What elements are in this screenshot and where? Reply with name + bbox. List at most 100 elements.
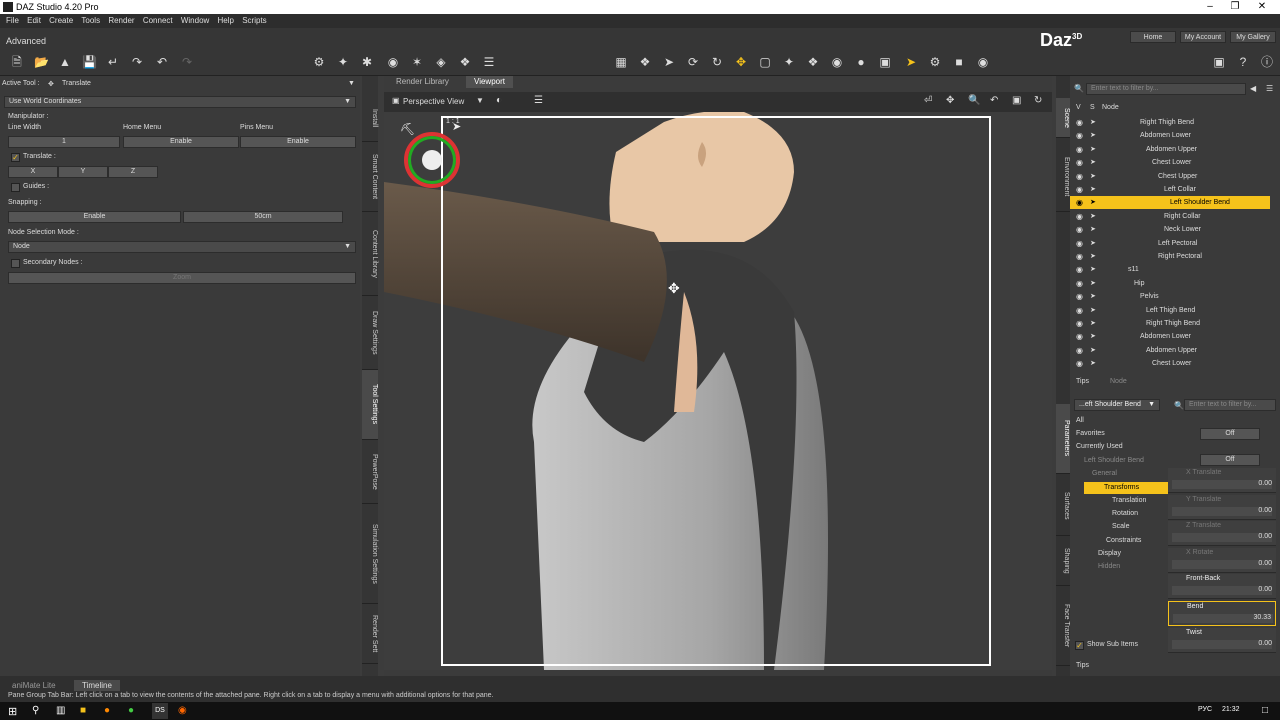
scene-tree-row[interactable]: ◉ ➤ Neck Lower [1070,223,1270,236]
file-explorer-icon[interactable]: ■ [80,705,86,716]
eye-icon[interactable]: ◉ [1076,263,1083,276]
joint-editor-icon[interactable]: ✦ [336,55,350,69]
select-icon[interactable]: ➤ [1090,277,1096,290]
ignore-transform-toggle[interactable]: Off [1200,454,1260,466]
arrow-left-icon[interactable]: ◀ [1250,84,1256,93]
eye-icon[interactable]: ◉ [1076,183,1083,196]
eye-icon[interactable]: ◉ [1076,223,1083,236]
snapping-enable-toggle[interactable]: Enable [8,211,181,223]
scene-tree-row[interactable]: ◉ ➤ Abdomen Upper [1070,143,1270,156]
select-icon[interactable]: ➤ [1090,183,1096,196]
search-taskbar-icon[interactable]: ⚲ [32,705,39,716]
eye-icon[interactable]: ◉ [1076,116,1083,129]
scene-tree-row[interactable]: ◉ ➤ Abdomen Upper [1070,344,1270,357]
surface-selection-tool-icon[interactable]: ◉ [830,55,844,69]
scene-tree-row[interactable]: ◉ ➤ Left Collar [1070,183,1270,196]
select-icon[interactable]: ➤ [1090,290,1096,303]
translate-checkbox[interactable]: ✓ [11,153,20,162]
x-axis-toggle[interactable]: X [8,166,58,178]
parameter-slider[interactable]: Z Translate 0.00 [1168,521,1276,547]
export-icon[interactable]: ↷ [130,55,144,69]
parameter-value[interactable]: 0.00 [1258,640,1272,647]
snapping-distance-field[interactable]: 50cm [183,211,343,223]
select-icon[interactable]: ➤ [1090,357,1096,370]
pin-icon[interactable]: ➤ [452,120,461,133]
eye-icon[interactable]: ◉ [1076,317,1083,330]
parameter-value[interactable]: 0.00 [1258,480,1272,487]
pins-menu-toggle[interactable]: Enable [240,136,356,148]
align-icon[interactable]: ☰ [482,55,496,69]
tab-shaping[interactable]: Shaping [1056,536,1070,586]
rotate-tool-icon[interactable]: ⟳ [686,55,700,69]
tab-scene[interactable]: Scene [1056,98,1070,138]
tab-content-library[interactable]: Content Library [362,212,378,296]
scene-tree-row[interactable]: ◉ ➤ Abdomen Lower [1070,330,1270,343]
select-icon[interactable]: ➤ [1090,317,1096,330]
pan-icon[interactable]: ✥ [946,95,954,106]
scene-tree-row[interactable]: ◉ ➤ Chest Upper [1070,170,1270,183]
scene-tree-row[interactable]: ◉ ➤ Right Pectoral [1070,250,1270,263]
select-icon[interactable]: ➤ [1090,250,1096,263]
eye-icon[interactable]: ◉ [1076,143,1083,156]
chevron-down-icon[interactable]: ▼ [476,96,484,105]
select-icon[interactable]: ➤ [1090,330,1096,343]
select-icon[interactable]: ➤ [1090,304,1096,317]
camera-tool-icon[interactable]: ▣ [878,55,892,69]
menu-edit[interactable]: Edit [27,16,41,25]
scale-tool-icon[interactable]: ▢ [758,55,772,69]
slider-track[interactable] [1172,559,1272,569]
universal-tool-icon[interactable]: ❖ [638,55,652,69]
scene-filter-input[interactable]: Enter text to filter by... [1086,83,1246,95]
render-settings-icon[interactable]: ⚙ [928,55,942,69]
slider-track[interactable] [1172,586,1272,596]
eye-icon[interactable]: ◉ [1076,357,1083,370]
eye-icon[interactable]: ◉ [1076,237,1083,250]
secondary-nodes-checkbox[interactable] [11,259,20,268]
tab-face-transfer[interactable]: Face Transfer [1056,586,1070,666]
tab-viewport[interactable]: Viewport [466,76,513,88]
node-weight-icon[interactable]: ✱ [360,55,374,69]
eye-icon[interactable]: ◉ [1076,344,1083,357]
polygon-tool-icon[interactable]: ◈ [434,55,448,69]
menu-window[interactable]: Window [181,16,209,25]
select-icon[interactable]: ➤ [1090,344,1096,357]
scene-tree-row[interactable]: ◉ ➤ s11 [1070,263,1270,276]
tab-node[interactable]: Node [1110,378,1127,385]
import-icon[interactable]: ↵ [106,55,120,69]
menu-help[interactable]: Help [218,16,234,25]
scene-tree-row[interactable]: ◉ ➤ Pelvis [1070,290,1270,303]
guides-checkbox[interactable] [11,183,20,192]
scene-tree-row[interactable]: ◉ ➤ Hip [1070,277,1270,290]
menu-scripts[interactable]: Scripts [242,16,266,25]
scene-menu-icon[interactable]: ☰ [1266,84,1273,93]
eye-icon[interactable]: ◉ [1076,290,1083,303]
task-view-icon[interactable]: ▥ [56,705,65,716]
eye-icon[interactable]: ◉ [1076,304,1083,317]
menu-render[interactable]: Render [108,16,134,25]
parameter-slider[interactable]: Twist 0.00 [1168,627,1276,653]
close-button[interactable]: ✕ [1242,1,1280,13]
parameters-filter-input[interactable]: Enter text to filter by... [1184,399,1276,411]
select-icon[interactable]: ➤ [1090,143,1096,156]
help-circle-icon[interactable]: ⓘ [1260,55,1274,69]
slider-track[interactable] [1172,480,1272,489]
active-pose-icon[interactable]: ✦ [782,55,796,69]
y-axis-toggle[interactable]: Y [58,166,108,178]
geometry-sculpt-icon[interactable]: ❖ [458,55,472,69]
tab-smart-content[interactable]: Smart Content [362,142,378,212]
eye-icon[interactable]: ◉ [1076,210,1083,223]
my-account-button[interactable]: My Account [1180,31,1226,43]
start-icon[interactable]: ⊞ [8,705,17,718]
tab-animate-lite[interactable]: aniMate Lite [4,680,64,691]
tab-simulation-settings[interactable]: Simulation Settings [362,504,378,604]
language-indicator[interactable]: РУС [1198,706,1212,713]
translate-tool-icon[interactable]: ✥ [734,55,748,69]
scene-tree-row[interactable]: ◉ ➤ Left Shoulder Bend [1070,196,1270,210]
twist-tool-icon[interactable]: ↻ [710,55,724,69]
parameter-slider[interactable]: Y Translate 0.00 [1168,494,1276,520]
eye-icon[interactable]: ◉ [1076,156,1083,169]
select-icon[interactable]: ➤ [1090,223,1096,236]
menu-file[interactable]: File [6,16,19,25]
select-icon[interactable]: ➤ [1090,129,1096,142]
figure-tool-icon[interactable]: ⚙ [312,55,326,69]
